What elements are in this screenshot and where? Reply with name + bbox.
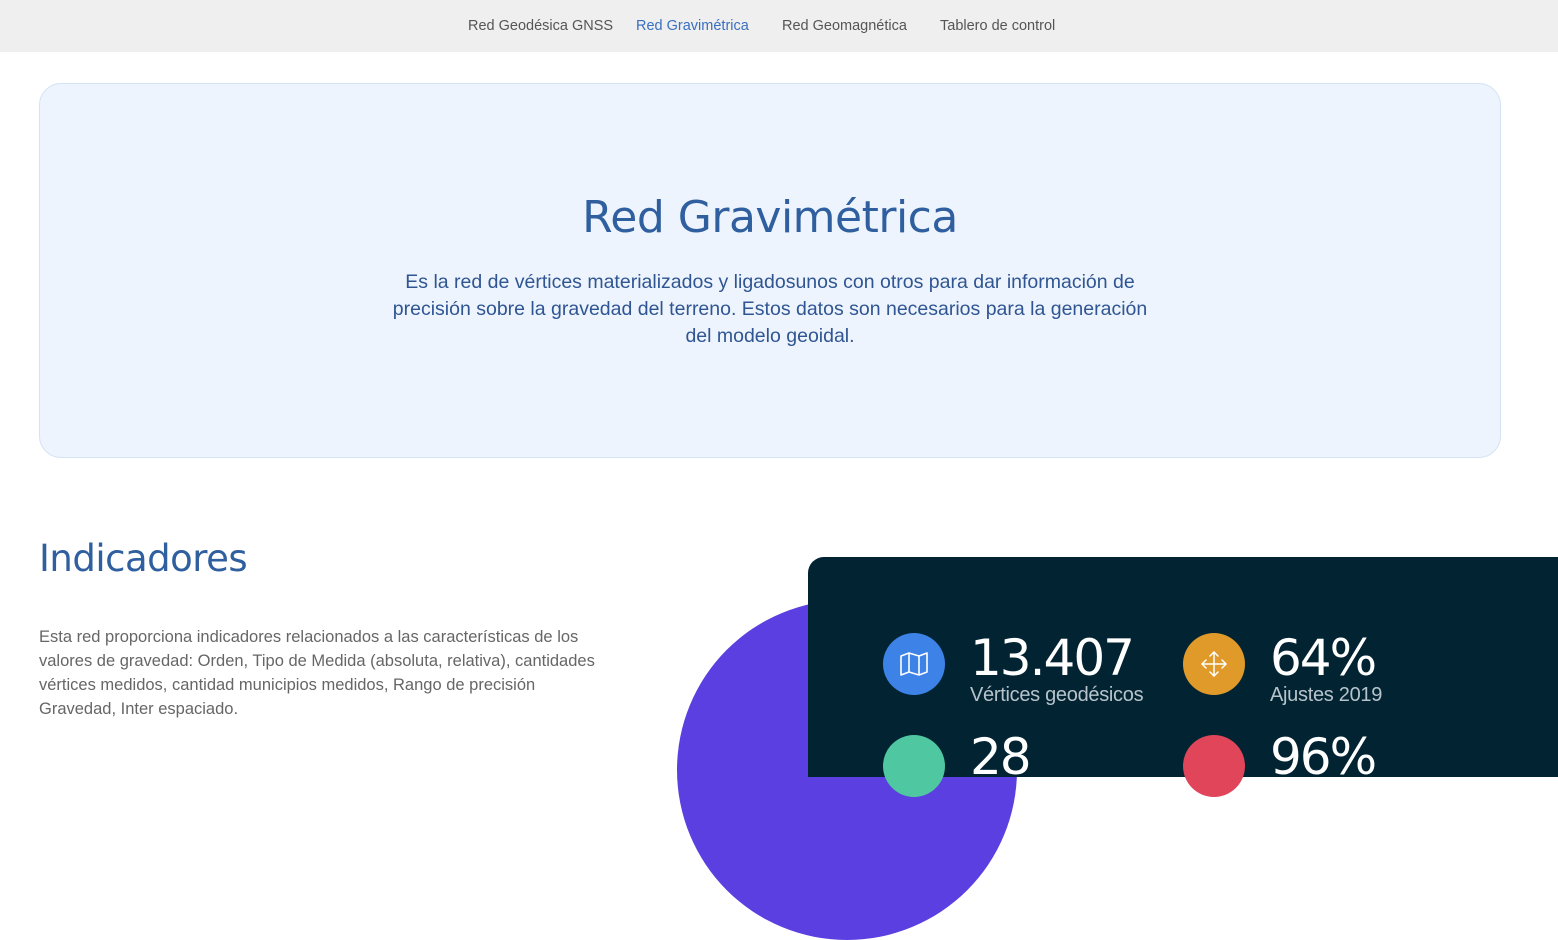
stat-label-ajustes: Ajustes 2019 bbox=[1270, 684, 1383, 706]
nav-link-red-gravimetrica[interactable]: Red Gravimétrica bbox=[636, 16, 749, 36]
stat-icon-3 bbox=[883, 735, 945, 797]
nav-link-red-geomagnetica[interactable]: Red Geomagnética bbox=[782, 16, 907, 36]
map-icon bbox=[883, 633, 945, 695]
indicators-title: Indicadores bbox=[39, 537, 248, 580]
stats-panel: 13.407 Vértices geodésicos 64% Ajustes 2… bbox=[808, 557, 1558, 797]
top-navigation: Red Geodésica GNSS Red Gravimétrica Red … bbox=[0, 0, 1558, 52]
hero-banner: Red Gravimétrica Es la red de vértices m… bbox=[39, 83, 1501, 458]
nav-link-red-geodesica-gnss[interactable]: Red Geodésica GNSS bbox=[468, 16, 613, 36]
stat-value-3: 28 bbox=[970, 728, 1032, 786]
nav-link-tablero-de-control[interactable]: Tablero de control bbox=[940, 16, 1055, 36]
stat-value-vertices: 13.407 bbox=[970, 629, 1135, 687]
stat-value-ajustes: 64% bbox=[1270, 629, 1377, 687]
indicators-description: Esta red proporciona indicadores relacio… bbox=[39, 628, 595, 718]
hero-description: Es la red de vértices materializados y l… bbox=[392, 271, 1148, 347]
stat-label-vertices: Vértices geodésicos bbox=[970, 684, 1144, 706]
hero-title: Red Gravimétrica bbox=[582, 192, 958, 243]
stat-value-4: 96% bbox=[1270, 728, 1377, 786]
stat-icon-4 bbox=[1183, 735, 1245, 797]
move-arrows-icon bbox=[1183, 633, 1245, 695]
